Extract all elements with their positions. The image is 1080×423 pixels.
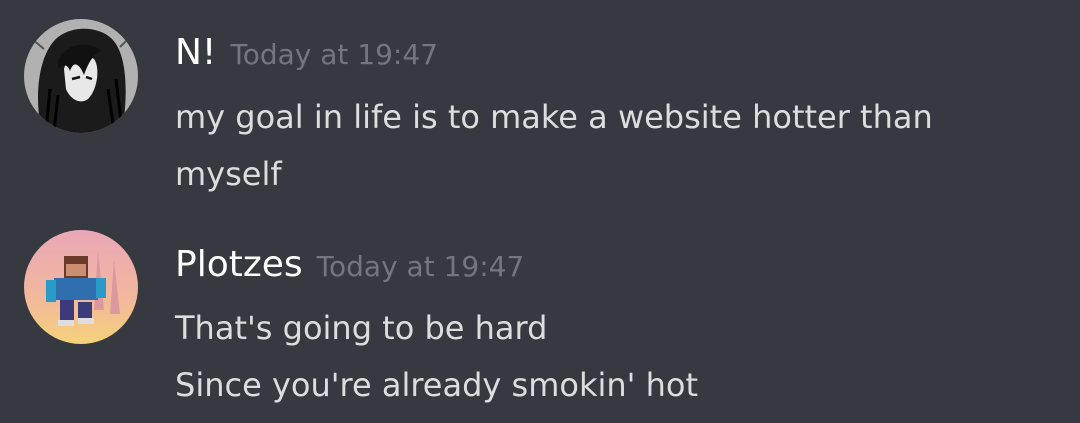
chat-message-list: N! Today at 19:47 my goal in life is to m… (0, 0, 1080, 423)
timestamp[interactable]: Today at 19:47 (230, 38, 438, 71)
message-header: Plotzes Today at 19:47 (175, 244, 524, 285)
message-content: That's going to be hard Since you're alr… (175, 300, 1055, 414)
message-content: my goal in life is to make a website hot… (175, 89, 1055, 203)
message-line: my goal in life is to make a website hot… (175, 98, 933, 136)
message-header: N! Today at 19:47 (175, 32, 438, 73)
message-line: myself (175, 155, 282, 193)
anime-girl-avatar-icon (24, 19, 138, 133)
username[interactable]: N! (175, 32, 216, 73)
message-line: Since you're already smokin' hot (175, 366, 699, 404)
minecraft-skin-avatar-icon (24, 230, 138, 344)
avatar[interactable] (24, 19, 138, 133)
timestamp[interactable]: Today at 19:47 (317, 250, 525, 283)
avatar[interactable] (24, 230, 138, 344)
message-line: That's going to be hard (175, 309, 548, 347)
username[interactable]: Plotzes (175, 244, 303, 285)
